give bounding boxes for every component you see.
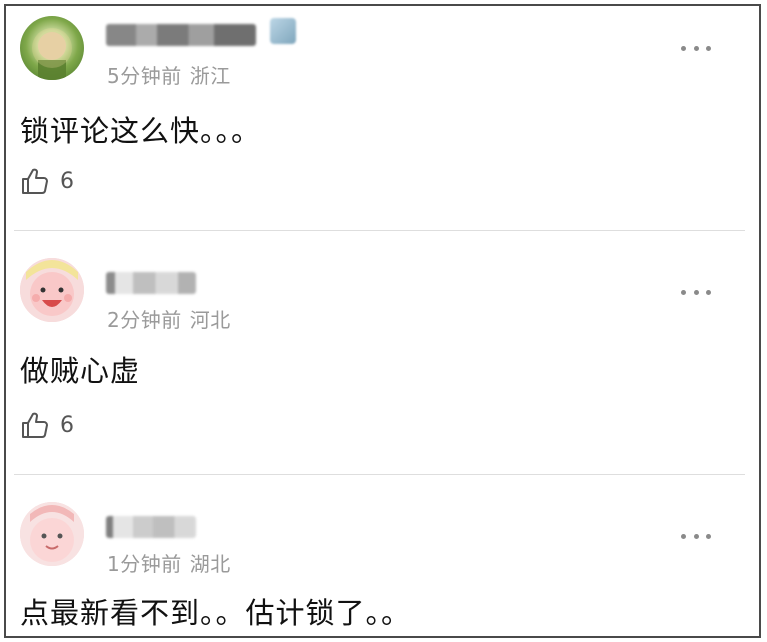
user-avatar[interactable] [20,16,84,80]
user-badge-icon [270,18,296,44]
more-dots-icon[interactable] [681,44,711,52]
comment-meta: 1分钟前 湖北 [107,548,231,577]
thumbs-up-icon [22,168,48,194]
comment-text: 做贼心虚 [20,354,141,388]
comment-time: 1分钟前 [107,552,182,576]
like-count: 6 [60,168,74,194]
comment-list: 5分钟前 浙江 锁评论这么快。。。 6 2分钟前 河北 做贼心虚 6 1分钟前 … [4,4,761,638]
like-button[interactable]: 6 [20,166,74,196]
comment-location: 河北 [189,308,231,332]
username-blurred[interactable] [106,24,256,46]
comment-location: 浙江 [189,64,231,88]
comment-text: 锁评论这么快。。。 [20,114,262,148]
more-dots-icon[interactable] [681,532,711,540]
avatar-photo-icon [32,28,72,80]
comment-location: 湖北 [189,552,231,576]
pink-cartoon-avatar-icon [20,258,84,322]
user-avatar[interactable] [20,502,84,566]
comment-time: 2分钟前 [107,308,182,332]
comment-time: 5分钟前 [107,64,182,88]
user-avatar[interactable] [20,258,84,322]
username-blurred[interactable] [106,516,196,538]
thumbs-up-icon [22,412,48,438]
comment-meta: 5分钟前 浙江 [107,60,231,89]
comment-text: 点最新看不到。。估计锁了。。 [20,596,412,630]
username-blurred[interactable] [106,272,196,294]
comment-divider [14,230,745,231]
like-button[interactable]: 6 [20,410,74,440]
comment-meta: 2分钟前 河北 [107,304,231,333]
like-count: 6 [60,412,74,438]
comment-divider [14,474,745,475]
pink-cartoon-avatar-icon [20,502,84,566]
more-dots-icon[interactable] [681,288,711,296]
